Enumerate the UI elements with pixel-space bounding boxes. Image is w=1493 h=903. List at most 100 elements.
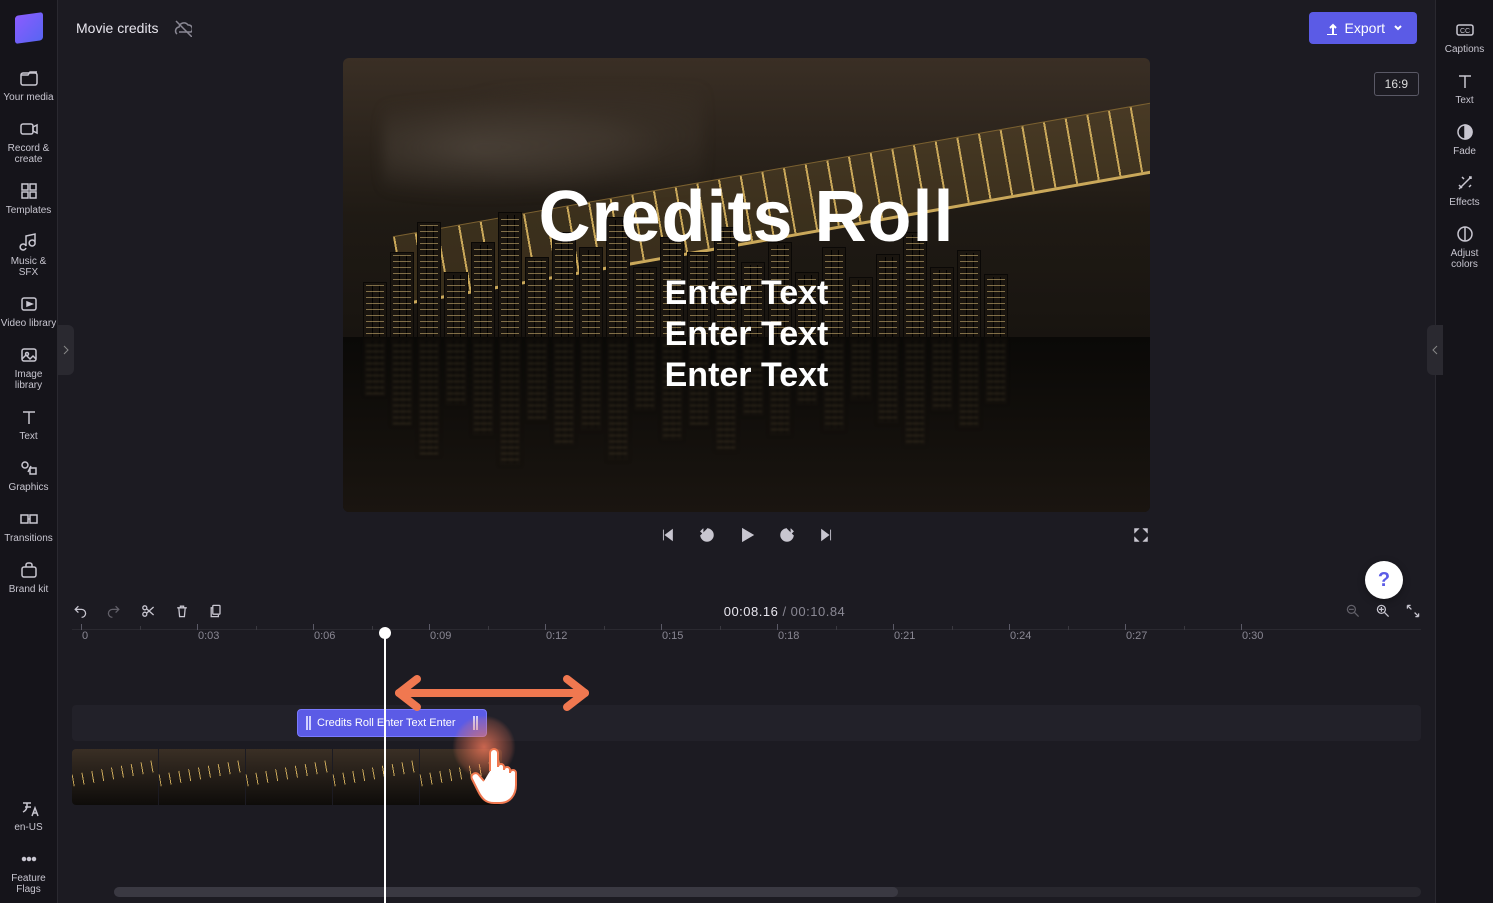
captions-icon: CC xyxy=(1455,20,1475,40)
ruler-tick: 0:03 xyxy=(198,630,219,642)
ruler-tick: 0:12 xyxy=(546,630,567,642)
sidebar-label: Video library xyxy=(1,318,56,329)
text-icon xyxy=(1455,71,1475,91)
ruler-tick: 0:09 xyxy=(430,630,451,642)
total-time: 00:10.84 xyxy=(791,604,846,619)
text-clip-credits-roll[interactable]: Credits Roll Enter Text Enter xyxy=(297,709,487,737)
svg-text:CC: CC xyxy=(1460,28,1470,35)
graphics-icon xyxy=(19,458,39,478)
text-track[interactable]: Credits Roll Enter Text Enter xyxy=(72,705,1421,741)
sidebar-item-feature-flags[interactable]: Feature Flags xyxy=(1,841,57,903)
sidebar-item-templates[interactable]: Templates xyxy=(1,173,57,224)
sidebar-item-your-media[interactable]: Your media xyxy=(1,60,57,111)
sidebar-item-record-create[interactable]: Record & create xyxy=(1,111,57,173)
sidebar-item-captions[interactable]: CC Captions xyxy=(1437,12,1493,63)
zoom-out-icon[interactable] xyxy=(1345,603,1361,619)
ruler-tick: 0:18 xyxy=(778,630,799,642)
app-logo[interactable] xyxy=(15,12,43,44)
video-thumbnail xyxy=(420,749,502,805)
adjust-colors-icon xyxy=(1455,224,1475,244)
undo-icon[interactable] xyxy=(72,603,88,619)
ruler-tick: 0:30 xyxy=(1242,630,1263,642)
skip-end-icon[interactable] xyxy=(818,526,836,544)
preview-line-1: Enter Text xyxy=(665,274,829,313)
sidebar-item-effects[interactable]: Effects xyxy=(1437,165,1493,216)
timeline-toolbar: 00:08.16 / 00:10.84 xyxy=(58,593,1435,629)
sidebar-label: Text xyxy=(19,431,37,442)
cloud-off-icon[interactable] xyxy=(174,19,192,37)
ruler-tick: 0:27 xyxy=(1126,630,1147,642)
sidebar-label: Fade xyxy=(1453,146,1476,157)
aspect-ratio-button[interactable]: 16:9 xyxy=(1374,72,1419,96)
svg-text:5: 5 xyxy=(704,533,708,540)
time-sep: / xyxy=(778,604,790,619)
main-area: Movie credits Export 16:9 xyxy=(58,0,1435,903)
preview-text-overlay[interactable]: Credits Roll Enter Text Enter Text Enter… xyxy=(343,58,1150,512)
sidebar-item-graphics[interactable]: Graphics xyxy=(1,450,57,501)
help-button[interactable]: ? xyxy=(1365,561,1403,599)
video-thumbnail xyxy=(246,749,332,805)
ruler-tick: 0:06 xyxy=(314,630,335,642)
stage-wrap: 16:9 Credits Roll Enter Text Enter xyxy=(58,56,1435,593)
help-symbol: ? xyxy=(1378,569,1390,592)
templates-icon xyxy=(19,181,39,201)
sidebar-item-text[interactable]: Text xyxy=(1,399,57,450)
sidebar-item-locale[interactable]: en-US xyxy=(1,790,57,841)
sidebar-label: Music & SFX xyxy=(1,256,57,278)
playhead[interactable] xyxy=(384,635,386,903)
fit-timeline-icon[interactable] xyxy=(1405,603,1421,619)
sidebar-item-text[interactable]: Text xyxy=(1437,63,1493,114)
locale-icon xyxy=(19,798,39,818)
video-thumbnail xyxy=(333,749,419,805)
redo-icon[interactable] xyxy=(106,603,122,619)
expand-right-panel[interactable] xyxy=(1427,325,1443,375)
sidebar-item-video-library[interactable]: Video library xyxy=(1,286,57,337)
clip-handle-right[interactable] xyxy=(473,716,478,730)
video-icon xyxy=(19,294,39,314)
sidebar-item-image-library[interactable]: Image library xyxy=(1,337,57,399)
svg-text:5: 5 xyxy=(784,533,788,540)
expand-left-panel[interactable] xyxy=(58,325,74,375)
preview-line-3: Enter Text xyxy=(665,356,829,395)
folder-icon xyxy=(19,68,39,88)
top-bar: Movie credits Export xyxy=(58,0,1435,56)
ellipsis-icon xyxy=(19,849,39,869)
sidebar-item-transitions[interactable]: Transitions xyxy=(1,501,57,552)
fullscreen-icon[interactable] xyxy=(1132,526,1150,544)
clip-handle-left[interactable] xyxy=(306,716,311,730)
preview-canvas[interactable]: Credits Roll Enter Text Enter Text Enter… xyxy=(343,58,1150,512)
duplicate-icon[interactable] xyxy=(208,603,224,619)
rewind-5-icon[interactable]: 5 xyxy=(698,526,716,544)
timeline-scrollbar[interactable] xyxy=(114,887,1421,897)
sidebar-label: Transitions xyxy=(4,533,53,544)
sidebar-label: Your media xyxy=(3,92,53,103)
ruler-tick: 0:24 xyxy=(1010,630,1031,642)
play-icon[interactable] xyxy=(738,526,756,544)
export-button[interactable]: Export xyxy=(1309,12,1417,44)
sidebar-item-music-sfx[interactable]: Music & SFX xyxy=(1,224,57,286)
video-track[interactable] xyxy=(72,749,502,805)
trash-icon[interactable] xyxy=(174,603,190,619)
ruler-tick: 0:21 xyxy=(894,630,915,642)
timeline-panel: 00:08.16 / 00:10.84 00:030:060:090:120:1… xyxy=(58,593,1435,903)
sidebar-label: Brand kit xyxy=(9,584,48,595)
scissors-icon[interactable] xyxy=(140,603,156,619)
project-title[interactable]: Movie credits xyxy=(76,20,158,36)
skip-start-icon[interactable] xyxy=(658,526,676,544)
upload-icon xyxy=(1323,21,1337,35)
briefcase-icon xyxy=(19,560,39,580)
chevron-down-icon xyxy=(1393,23,1403,33)
export-label: Export xyxy=(1345,20,1385,36)
sidebar-label: Image library xyxy=(1,369,57,391)
forward-5-icon[interactable]: 5 xyxy=(778,526,796,544)
sidebar-label: en-US xyxy=(14,822,42,833)
timeline-ruler[interactable]: 00:030:060:090:120:150:180:210:240:270:3… xyxy=(72,629,1421,653)
sidebar-label: Text xyxy=(1455,95,1473,106)
sidebar-item-fade[interactable]: Fade xyxy=(1437,114,1493,165)
sidebar-item-brand-kit[interactable]: Brand kit xyxy=(1,552,57,603)
sidebar-label: Effects xyxy=(1449,197,1479,208)
sidebar-label: Graphics xyxy=(8,482,48,493)
effects-icon xyxy=(1455,173,1475,193)
sidebar-item-adjust-colors[interactable]: Adjust colors xyxy=(1437,216,1493,278)
zoom-in-icon[interactable] xyxy=(1375,603,1391,619)
